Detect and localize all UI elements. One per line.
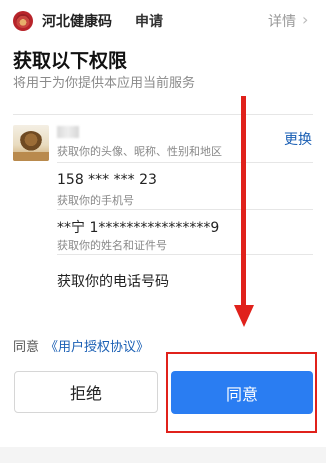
divider [13,114,313,115]
phone-number-value: 158 *** *** 23 [57,172,157,188]
id-description: 获取你的姓名和证件号 [57,239,167,252]
user-agreement-link[interactable]: 《用户授权协议》 [45,340,149,355]
profile-description: 获取你的头像、昵称、性别和地区 [57,145,222,158]
reject-button[interactable]: 拒绝 [14,371,158,413]
page-subtitle: 将用于为你提供本应用当前服务 [13,76,196,91]
chevron-right-icon[interactable]: › [302,10,308,29]
bottom-bar [0,447,326,463]
blurred-nickname [57,126,79,138]
detail-link[interactable]: 详情 [268,11,296,31]
agreement-prefix: 同意 [13,340,40,355]
id-value: **宁 1****************9 [57,220,220,236]
mini-program-header: 河北健康码 申请 详情 › [0,0,326,44]
apply-label: 申请 [135,14,163,30]
divider [57,254,313,255]
annotation-arrow-head [234,305,254,327]
avatar [13,125,49,161]
divider [57,162,313,163]
page-title: 获取以下权限 [13,50,128,72]
change-profile-button[interactable]: 更换 [284,129,312,149]
app-logo-icon [13,11,33,31]
app-name: 河北健康码 [42,14,112,30]
phone-description: 获取你的手机号 [57,194,134,207]
agreement-row: 同意 《用户授权协议》 [13,336,149,355]
annotation-highlight-box [166,352,317,433]
annotation-arrow-shaft [241,96,246,311]
permission-telephone[interactable]: 获取你的电话号码 [57,271,169,291]
divider [57,209,313,210]
